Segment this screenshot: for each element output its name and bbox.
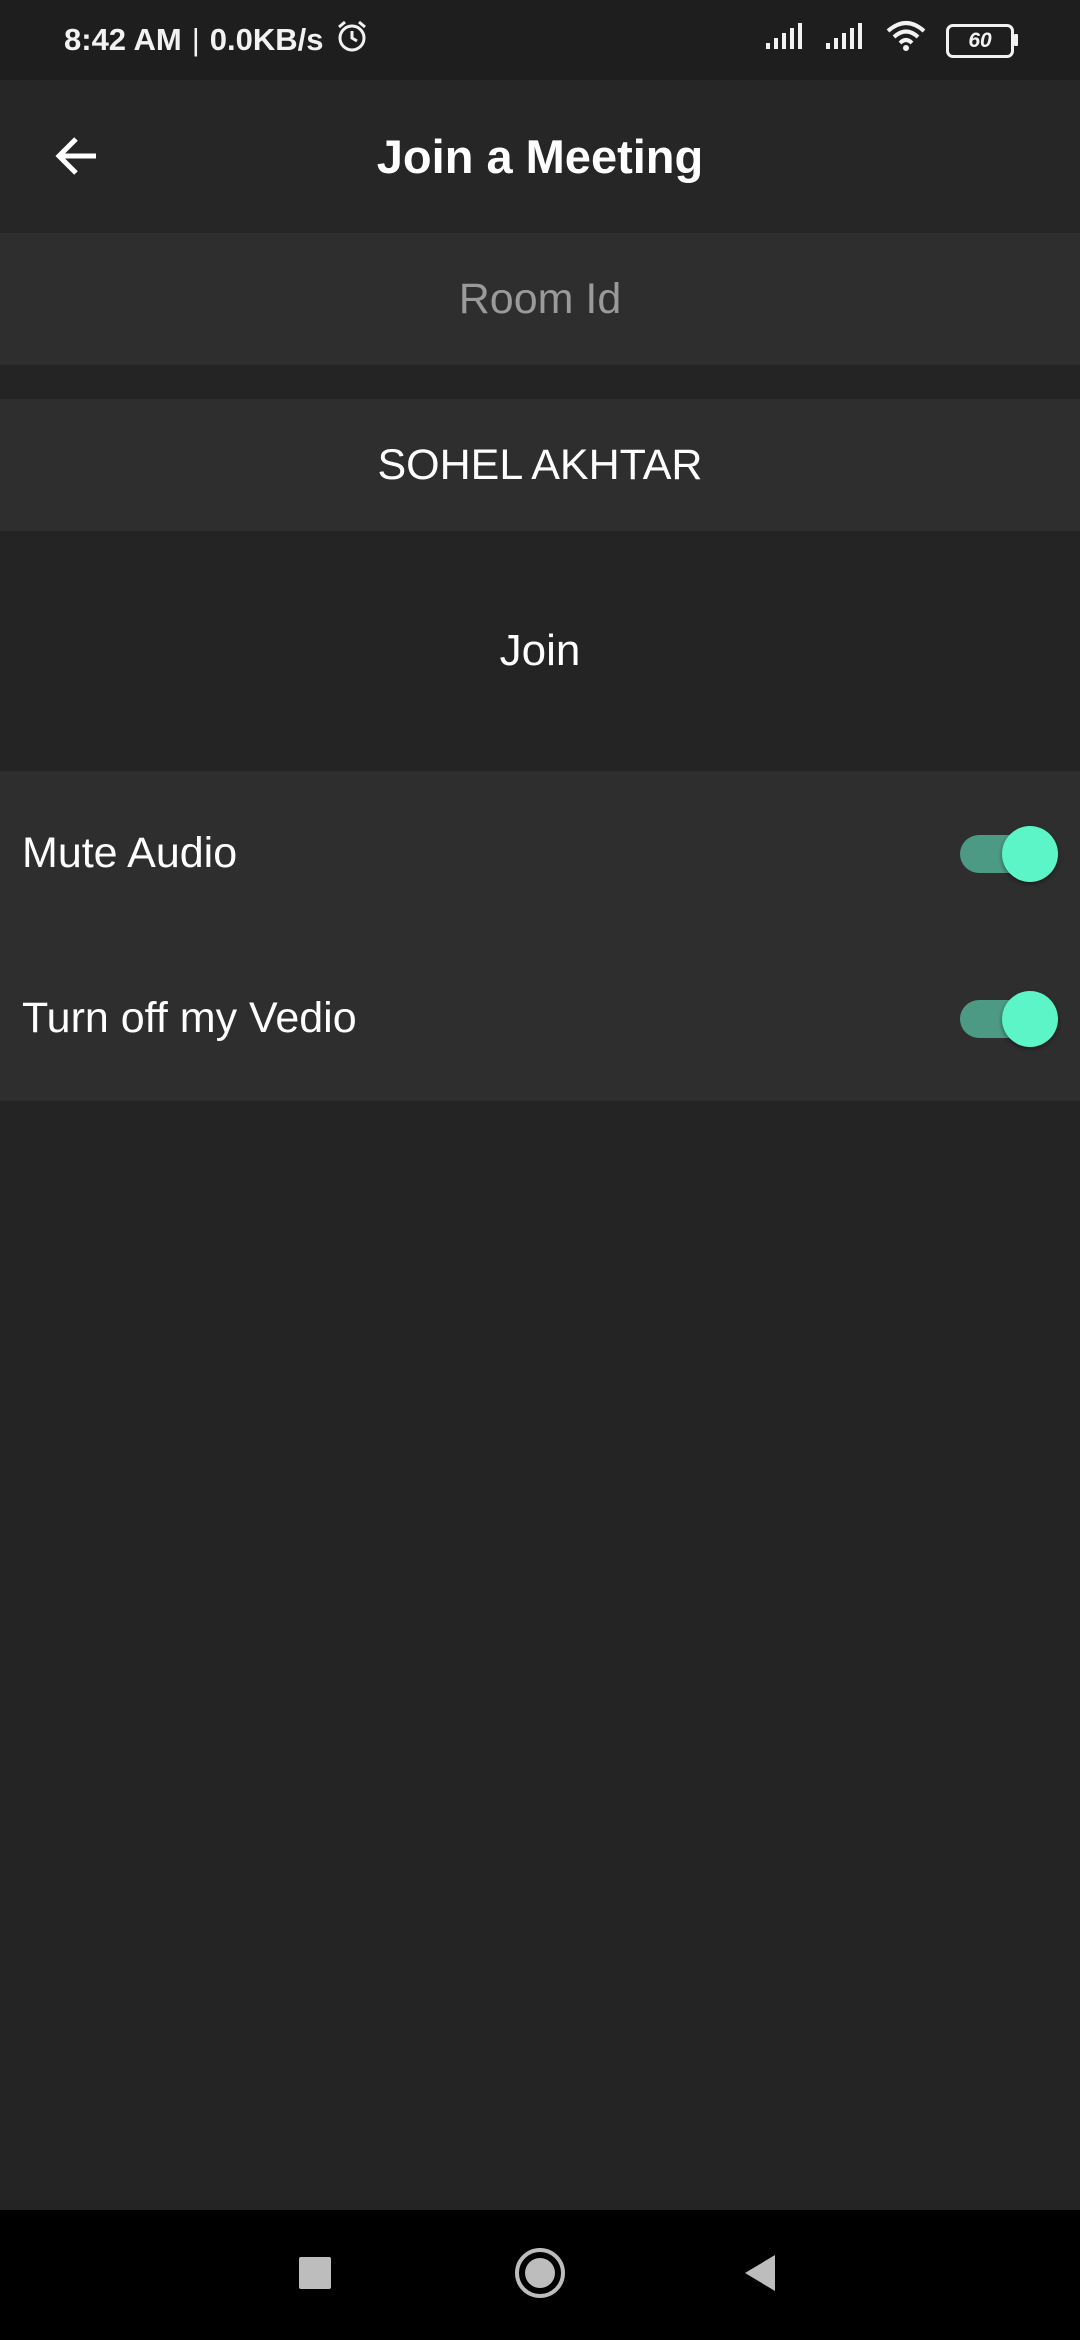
battery-icon: 60 — [946, 24, 1018, 58]
mute-audio-label: Mute Audio — [22, 829, 238, 877]
home-circle-icon — [513, 2246, 567, 2305]
recents-button[interactable] — [285, 2245, 345, 2305]
back-button[interactable] — [40, 122, 112, 194]
status-time: 8:42 AM — [64, 22, 182, 57]
mute-audio-row: Mute Audio — [0, 771, 1080, 936]
alarm-icon — [334, 18, 370, 62]
recents-square-icon — [298, 2256, 332, 2295]
status-bar: 8:42 AM | 0.0KB/s 60 — [0, 0, 1080, 80]
room-id-input[interactable] — [0, 232, 1080, 366]
turn-off-video-label: Turn off my Vedio — [22, 994, 357, 1042]
toggle-thumb — [1002, 990, 1058, 1047]
back-triangle-icon — [741, 2253, 779, 2298]
arrow-left-icon — [52, 132, 100, 185]
status-separator: | — [191, 22, 200, 57]
battery-level: 60 — [968, 29, 992, 52]
join-button[interactable]: Join — [0, 531, 1080, 771]
turn-off-video-toggle[interactable] — [958, 990, 1058, 1047]
page-title: Join a Meeting — [376, 130, 704, 183]
signal-icon — [764, 21, 806, 59]
signal-icon — [824, 21, 866, 59]
wifi-icon — [884, 19, 928, 61]
name-input[interactable] — [0, 398, 1080, 532]
name-field-container — [0, 398, 1080, 532]
app-bar: Join a Meeting — [0, 80, 1080, 233]
nav-back-button[interactable] — [730, 2245, 790, 2305]
status-net-speed: 0.0KB/s — [209, 22, 324, 57]
home-button[interactable] — [510, 2245, 570, 2305]
settings-panel: Mute Audio Turn off my Vedio — [0, 771, 1080, 1101]
system-nav-bar — [0, 2210, 1080, 2340]
turn-off-video-row: Turn off my Vedio — [0, 936, 1080, 1101]
toggle-thumb — [1002, 825, 1058, 882]
mute-audio-toggle[interactable] — [958, 825, 1058, 882]
room-id-field-container — [0, 232, 1080, 366]
